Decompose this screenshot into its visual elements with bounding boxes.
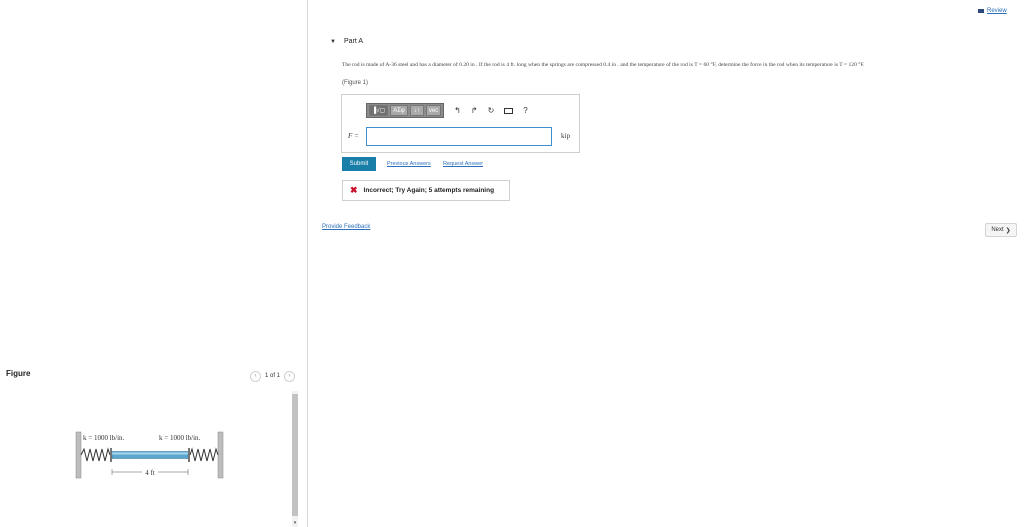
- math-toolbar: ▐√▢ ΑΣφ ↓↑ vec ↰ ↱ ↻ ?: [366, 103, 528, 118]
- figure-pane: Figure ‹ 1 of 1 › 4 ft k = 1000 lb/in. k…: [0, 0, 308, 527]
- review-label: Review: [987, 8, 1007, 14]
- scroll-down-icon[interactable]: ▾: [292, 520, 298, 526]
- right-plate: [188, 448, 190, 462]
- answer-label: F =: [348, 132, 359, 140]
- left-spring: [80, 447, 111, 462]
- previous-answers-link[interactable]: Previous Answers: [387, 161, 431, 167]
- help-icon[interactable]: ?: [523, 106, 527, 115]
- chevron-right-icon: ›: [288, 373, 291, 379]
- part-header[interactable]: ▼ Part A: [330, 38, 363, 45]
- figure-prev-button[interactable]: ‹: [250, 370, 261, 382]
- error-x-icon: ✖: [350, 185, 358, 195]
- reset-icon[interactable]: ↻: [488, 106, 495, 115]
- math-tool-group: ▐√▢ ΑΣφ ↓↑ vec: [366, 103, 445, 118]
- book-icon: [978, 9, 984, 13]
- templates-button[interactable]: ▐√▢: [369, 105, 389, 116]
- caret-down-icon: ▼: [330, 38, 336, 45]
- chevron-left-icon: ‹: [254, 373, 257, 379]
- left-spring-label: k = 1000 lb/in.: [83, 434, 125, 442]
- next-button[interactable]: Next ❯: [985, 223, 1017, 237]
- figure-link[interactable]: (Figure 1): [342, 80, 368, 86]
- undo-icon[interactable]: ↰: [454, 106, 461, 115]
- figure-scrollbar[interactable]: ▾: [292, 391, 298, 527]
- left-plate: [110, 448, 112, 462]
- length-label: 4 ft: [145, 469, 155, 477]
- part-title: Part A: [343, 38, 364, 45]
- submit-button[interactable]: Submit: [342, 157, 376, 171]
- vector-button[interactable]: vec: [425, 105, 442, 116]
- answer-input[interactable]: [366, 127, 552, 146]
- figure-image: 4 ft k = 1000 lb/in. k = 1000 lb/in.: [75, 431, 224, 479]
- chevron-right-icon: ❯: [1005, 227, 1011, 234]
- right-spring: [189, 447, 219, 462]
- figure-heading: Figure: [6, 369, 31, 378]
- right-spring-label: k = 1000 lb/in.: [159, 434, 201, 442]
- right-wall: [217, 431, 224, 479]
- provide-feedback-link[interactable]: Provide Feedback: [322, 224, 370, 230]
- figure-next-button[interactable]: ›: [284, 370, 296, 382]
- subscript-button[interactable]: ↓↑: [409, 105, 424, 116]
- redo-icon[interactable]: ↱: [471, 106, 478, 115]
- answer-box: ▐√▢ ΑΣφ ↓↑ vec ↰ ↱ ↻ ? F = kip: [341, 94, 580, 153]
- left-wall: [75, 431, 82, 479]
- answer-unit: kip: [561, 132, 570, 140]
- request-answer-link[interactable]: Request Answer: [443, 161, 483, 167]
- figure-scroll-thumb[interactable]: [292, 394, 298, 516]
- greek-symbols-button[interactable]: ΑΣφ: [390, 105, 408, 116]
- figure-pager: ‹ 1 of 1 ›: [250, 370, 296, 382]
- feedback-text: Incorrect; Try Again; 5 attempts remaini…: [363, 187, 495, 194]
- problem-statement: The rod is made of A-36 steel and has a …: [342, 62, 865, 68]
- review-link[interactable]: Review: [978, 8, 1007, 14]
- keyboard-icon[interactable]: [504, 107, 514, 114]
- next-label: Next: [991, 227, 1004, 233]
- feedback-box: ✖ Incorrect; Try Again; 5 attempts remai…: [342, 180, 510, 201]
- figure-page-indicator: 1 of 1: [265, 373, 281, 379]
